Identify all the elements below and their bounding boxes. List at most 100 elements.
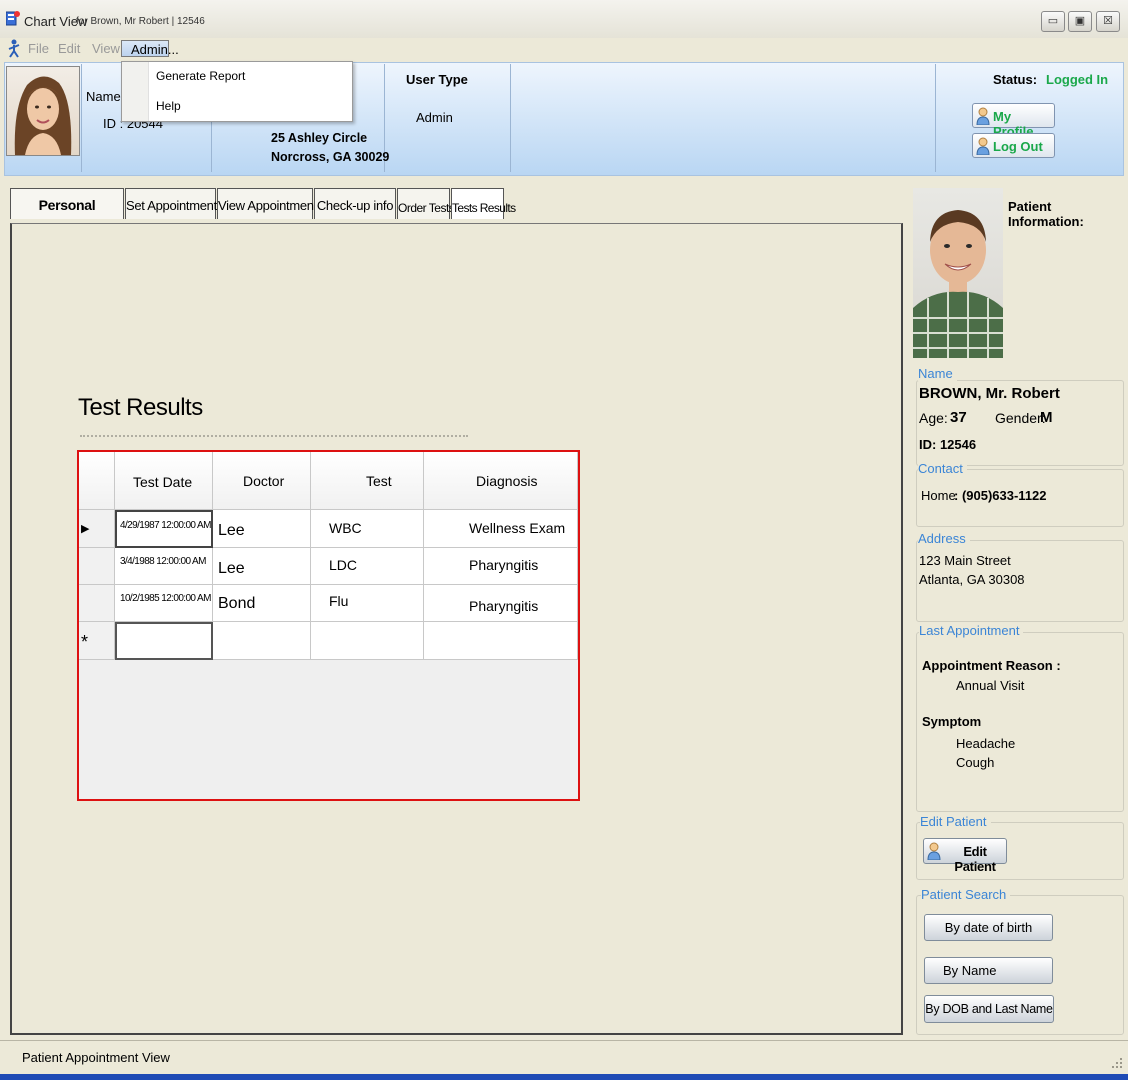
menu-file[interactable]: File xyxy=(28,41,49,56)
patient-home-phone: : (905)633-1122 xyxy=(954,488,1047,503)
maximize-button[interactable]: ▣ xyxy=(1068,11,1092,32)
table-cell-date[interactable]: 10/2/1985 12:00:00 AM xyxy=(115,585,213,622)
patient-address-line2: Atlanta, GA 30308 xyxy=(919,572,1025,587)
section-title-name: Name xyxy=(918,366,957,381)
column-header-label: Test xyxy=(366,473,392,489)
current-row-arrow-icon: ▶ xyxy=(81,523,90,535)
table-cell-diagnosis[interactable]: Pharyngitis xyxy=(424,585,578,622)
patient-photo xyxy=(913,188,1003,358)
close-button[interactable]: ☒ xyxy=(1096,11,1120,32)
status-bar-text: Patient Appointment View xyxy=(22,1050,170,1065)
menu-item-help[interactable]: Help xyxy=(156,99,181,113)
patient-address-line1: 123 Main Street xyxy=(919,553,1011,568)
my-profile-button[interactable]: My Profile xyxy=(972,103,1055,139)
table-cell-diagnosis[interactable]: Pharyngitis xyxy=(424,548,578,585)
appointment-reason-label: Appointment Reason : xyxy=(922,658,1061,673)
header-divider xyxy=(935,64,936,172)
tab-personal[interactable]: Personal xyxy=(10,188,124,219)
tab-view-appointments[interactable]: View Appointments xyxy=(217,188,324,219)
cell-text: 4/29/1987 12:00:00 AM xyxy=(120,520,211,531)
section-title-patient-search: Patient Search xyxy=(921,887,1011,902)
patient-gender-label: Gender: xyxy=(995,410,1046,426)
table-cell-new-date[interactable] xyxy=(115,622,213,660)
column-header-test[interactable]: Test xyxy=(311,452,424,510)
cell-text: 3/4/1988 12:00:00 AM xyxy=(120,556,206,567)
table-cell-new-doctor[interactable] xyxy=(213,622,311,660)
cell-text: Wellness Exam xyxy=(469,520,566,536)
user-type-value: Admin xyxy=(416,110,453,125)
patient-gender-value: M xyxy=(1040,409,1053,426)
menu-admin[interactable]: Admin... xyxy=(121,40,179,57)
symptom-label: Symptom xyxy=(922,714,982,729)
table-cell-new-test[interactable] xyxy=(311,622,424,660)
table-cell-doctor[interactable]: Bond xyxy=(213,585,311,622)
search-by-dob-button[interactable]: By date of birth xyxy=(924,914,1053,941)
user-icon xyxy=(976,137,990,158)
admin-dropdown-menu: Generate Report Help xyxy=(121,61,353,122)
header-divider xyxy=(510,64,511,172)
cell-text: LDC xyxy=(329,557,358,573)
user-address-line1: 25 Ashley Circle xyxy=(271,131,368,145)
cell-text: 10/2/1985 12:00:00 AM xyxy=(120,593,211,604)
taskbar-stripe xyxy=(0,1074,1128,1080)
section-title-contact: Contact xyxy=(918,461,967,476)
table-cell-diagnosis[interactable]: Wellness Exam xyxy=(424,510,578,548)
patient-age-label: Age: xyxy=(919,410,948,426)
search-by-name-button[interactable]: By Name xyxy=(924,957,1053,984)
menu-view[interactable]: View xyxy=(92,41,120,56)
status-value: Logged In xyxy=(1046,72,1109,87)
table-cell-date[interactable]: 4/29/1987 12:00:00 AM xyxy=(115,510,213,548)
new-row-asterisk-icon: * xyxy=(81,632,89,652)
table-cell-test[interactable]: WBC xyxy=(311,510,424,548)
column-header-label: Doctor xyxy=(243,473,285,489)
patient-id: ID: 12546 xyxy=(919,437,977,452)
menu-item-generate-report[interactable]: Generate Report xyxy=(156,69,245,83)
table-cell-doctor[interactable]: Lee xyxy=(213,510,311,548)
tab-set-appointments[interactable]: Set Appointments xyxy=(125,188,223,219)
patient-full-name: BROWN, Mr. Robert xyxy=(919,385,1060,402)
edit-patient-button[interactable]: Edit Patient xyxy=(923,838,1007,874)
section-title-last-appointment: Last Appointment xyxy=(919,623,1024,638)
status-label: Status: xyxy=(993,72,1038,87)
cell-text: Bond xyxy=(218,595,256,612)
patient-home-label: Home xyxy=(921,488,956,503)
test-results-grid[interactable]: Test Date Doctor Test Diagnosis ▶ 4/29/1… xyxy=(77,450,580,801)
table-cell-new-diagnosis[interactable] xyxy=(424,622,578,660)
tab-order-tests[interactable]: Order Tests xyxy=(397,188,455,219)
heading-underline xyxy=(80,435,468,437)
cell-text: Lee xyxy=(218,522,245,539)
column-header-label: Test Date xyxy=(133,474,193,490)
column-header-diagnosis[interactable]: Diagnosis xyxy=(424,452,578,510)
table-cell-test[interactable]: Flu xyxy=(311,585,424,622)
table-cell-doctor[interactable]: Lee xyxy=(213,548,311,585)
appointment-reason-value: Annual Visit xyxy=(956,678,1025,693)
search-by-dob-last-name-button[interactable]: By DOB and Last Name xyxy=(924,995,1054,1023)
app-icon xyxy=(5,10,20,26)
row-header[interactable] xyxy=(79,585,115,622)
dropdown-gutter xyxy=(122,62,149,121)
patient-age-value: 37 xyxy=(950,409,967,426)
tab-checkup-info[interactable]: Check-up info xyxy=(314,188,396,219)
table-cell-date[interactable]: 3/4/1988 12:00:00 AM xyxy=(115,548,213,585)
cell-text: Lee xyxy=(218,560,245,577)
row-header-new[interactable]: * xyxy=(79,622,115,660)
user-edit-icon xyxy=(927,842,941,863)
symptom-item: Cough xyxy=(956,755,995,770)
row-header-corner xyxy=(79,452,115,510)
user-address-line2: Norcross, GA 30029 xyxy=(271,150,390,164)
table-cell-test[interactable]: LDC xyxy=(311,548,424,585)
row-header[interactable]: ▶ xyxy=(79,510,115,548)
row-header[interactable] xyxy=(79,548,115,585)
user-avatar xyxy=(6,66,80,156)
menu-edit[interactable]: Edit xyxy=(58,41,80,56)
log-out-button[interactable]: Log Out xyxy=(972,133,1055,158)
log-out-label: Log Out xyxy=(993,139,1043,154)
patient-info-title: Patient Information: xyxy=(1008,199,1084,229)
column-header-test-date[interactable]: Test Date xyxy=(115,452,213,510)
resize-grip-icon[interactable] xyxy=(1104,1054,1124,1070)
person-run-icon xyxy=(5,39,23,59)
minimize-button[interactable]: ▭ xyxy=(1041,11,1065,32)
tab-tests-results[interactable]: Tests Results xyxy=(451,188,516,219)
column-header-doctor[interactable]: Doctor xyxy=(213,452,311,510)
cell-text: Pharyngitis xyxy=(469,598,539,614)
